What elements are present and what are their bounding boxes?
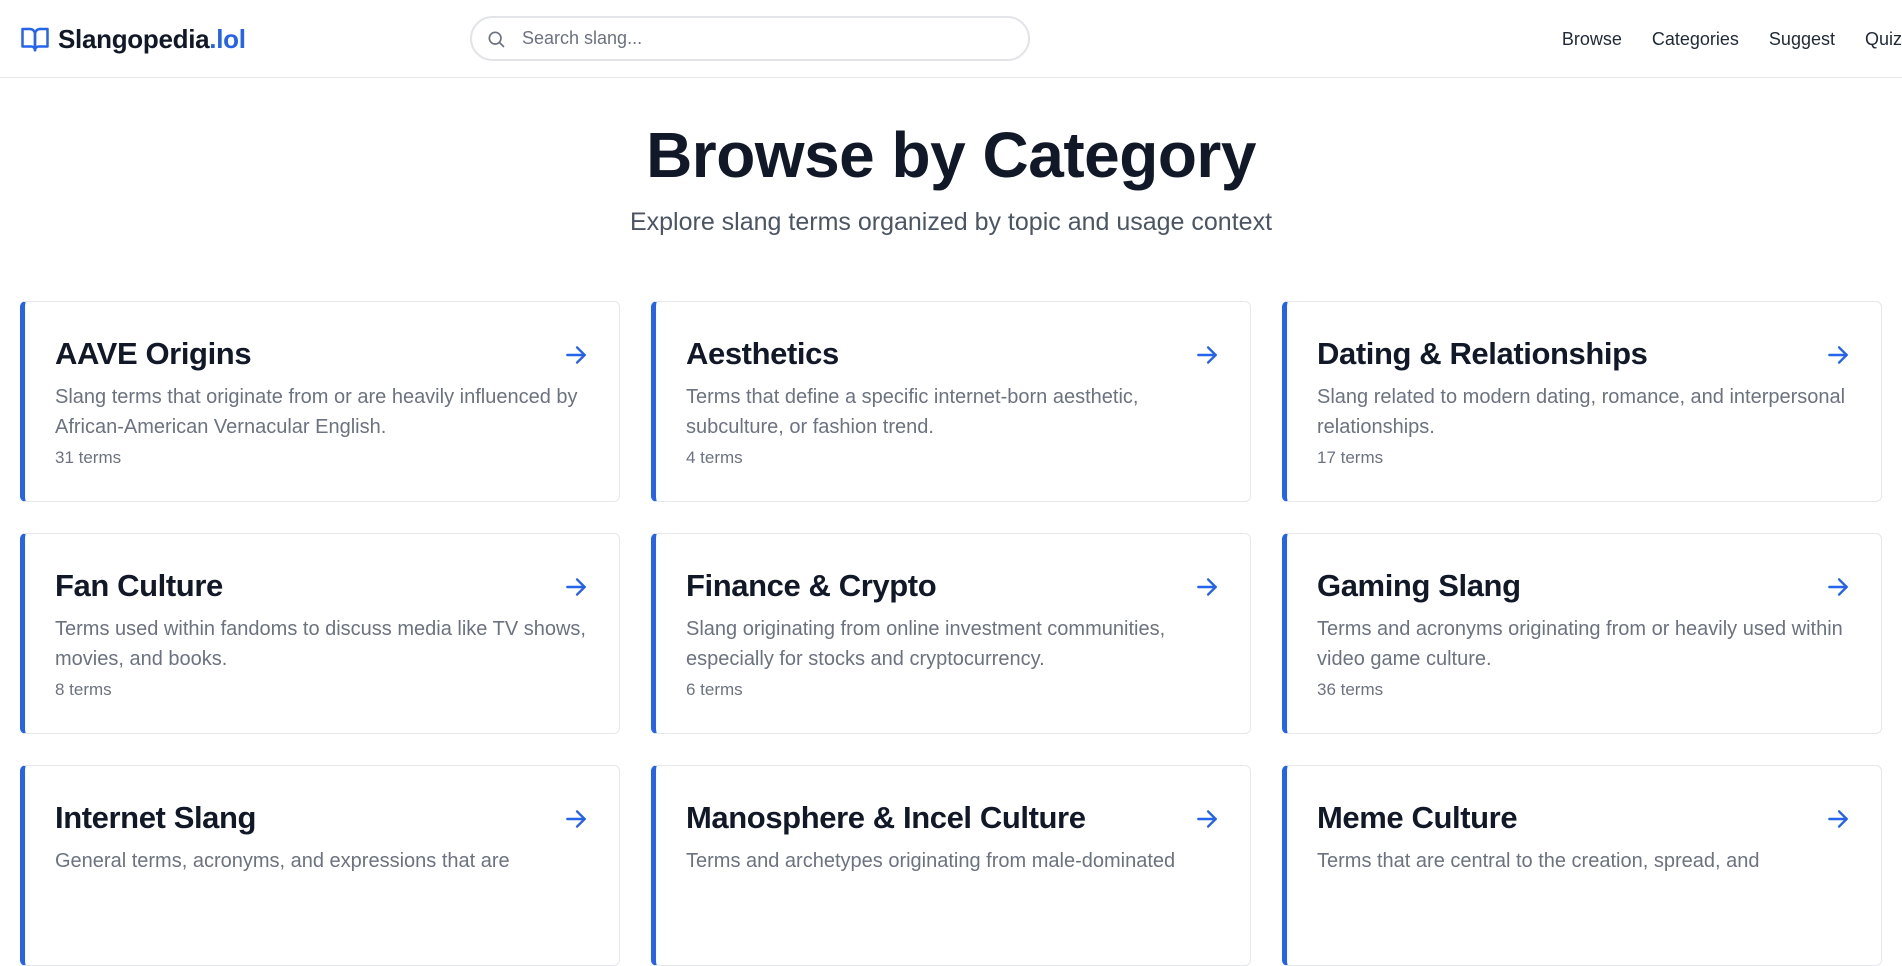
search-input[interactable] [522,18,1012,59]
category-description: Slang related to modern dating, romance,… [1317,386,1846,438]
category-description: Terms used within fandoms to discuss med… [55,618,586,670]
category-description: Terms and acronyms originating from or h… [1317,618,1843,670]
category-term-count: 36 terms [1317,680,1384,699]
category-description: Slang terms that originate from or are h… [55,386,578,438]
category-card-gaming-slang[interactable]: Gaming Slang Terms and acronyms originat… [1282,533,1882,734]
category-card-meme-culture[interactable]: Meme Culture Terms that are central to t… [1282,765,1882,966]
category-title: Manosphere & Incel Culture [686,800,1086,835]
category-card-finance-crypto[interactable]: Finance & Crypto Slang originating from … [651,533,1251,734]
page-title: Browse by Category [646,119,1256,191]
category-card-aesthetics[interactable]: Aesthetics Terms that define a specific … [651,301,1251,502]
category-title: Dating & Relationships [1317,336,1648,371]
category-title: Meme Culture [1317,800,1518,835]
category-card-dating-relationships[interactable]: Dating & Relationships Slang related to … [1282,301,1882,502]
arrow-right-icon [566,810,586,828]
main-nav: Browse Categories Suggest Quiz [1562,24,1902,54]
category-title: AAVE Origins [55,336,252,371]
category-description: Terms and archetypes originating from ma… [686,850,1176,872]
top-header: Slangopedia.lol Browse Categories Sugges… [0,0,1902,78]
category-term-count: 8 terms [55,680,112,699]
arrow-right-icon [1828,346,1848,364]
site-logo[interactable]: Slangopedia.lol [20,22,246,56]
category-term-count: 31 terms [55,448,122,467]
category-title: Finance & Crypto [686,568,937,603]
open-book-icon [21,27,49,52]
category-description: Terms that define a specific internet-bo… [686,386,1139,438]
arrow-right-icon [1197,810,1217,828]
arrow-right-icon [1197,578,1217,596]
category-title: Gaming Slang [1317,568,1521,603]
category-title: Fan Culture [55,568,223,603]
category-card-aave-origins[interactable]: AAVE Origins Slang terms that originate … [20,301,620,502]
logo-name: Slangopedia [58,23,210,54]
category-term-count: 6 terms [686,680,743,699]
arrow-right-icon [1828,578,1848,596]
category-card-manosphere-incel-culture[interactable]: Manosphere & Incel Culture Terms and arc… [651,765,1251,966]
search-icon [488,31,505,48]
category-title: Aesthetics [686,336,839,371]
category-term-count: 4 terms [686,448,743,467]
nav-suggest[interactable]: Suggest [1769,24,1835,54]
category-card-fan-culture[interactable]: Fan Culture Terms used within fandoms to… [20,533,620,734]
category-term-count: 17 terms [1317,448,1384,467]
arrow-right-icon [566,346,586,364]
category-description: Slang originating from online investment… [686,618,1166,670]
category-description: Terms that are central to the creation, … [1317,850,1760,872]
page-subtitle: Explore slang terms organized by topic a… [629,208,1273,236]
category-card-internet-slang[interactable]: Internet Slang General terms, acronyms, … [20,765,620,966]
logo-tld: .lol [209,23,246,54]
nav-quiz[interactable]: Quiz [1865,24,1902,54]
nav-browse[interactable]: Browse [1562,24,1622,54]
category-description: General terms, acronyms, and expressions… [55,850,510,872]
nav-categories[interactable]: Categories [1652,24,1739,54]
logo-text: Slangopedia.lol [58,24,246,55]
arrow-right-icon [1197,346,1217,364]
category-title: Internet Slang [55,800,257,835]
category-grid: AAVE Origins Slang terms that originate … [20,301,1882,966]
arrow-right-icon [1828,810,1848,828]
arrow-right-icon [566,578,586,596]
search-bar [470,16,1030,61]
